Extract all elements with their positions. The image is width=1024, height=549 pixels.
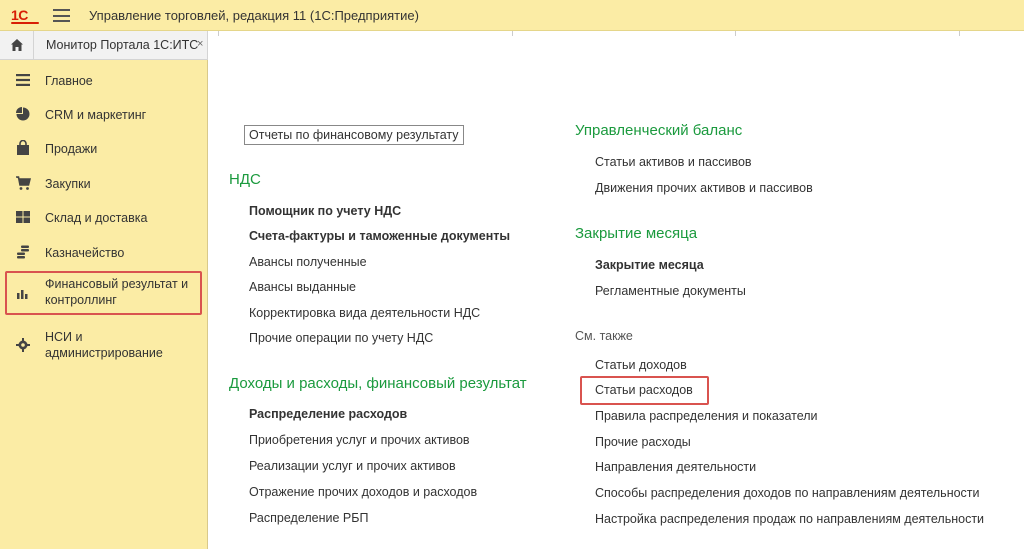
financial-result-reports-link[interactable]: Отчеты по финансовому результату [244,125,464,145]
other-income-expenses-link[interactable]: Отражение прочих доходов и расходов [249,485,477,499]
expense-distribution-link[interactable]: Распределение расходов [249,407,407,421]
service-acquisitions-link[interactable]: Приобретения услуг и прочих активов [249,433,470,447]
sidebar-item-purchases[interactable]: Закупки [0,166,207,200]
content-header [208,31,1024,60]
main-content: Отчеты по финансовому результату НДС Пом… [208,60,1024,549]
grid-icon [16,211,30,223]
home-button[interactable] [0,31,34,59]
main-menu-icon[interactable] [53,9,70,22]
other-expenses-link[interactable]: Прочие расходы [595,435,691,449]
sidebar-item-crm[interactable]: CRM и маркетинг [0,97,207,131]
sidebar-item-treasury[interactable]: Казначейство [0,235,207,269]
vat-assistant-link[interactable]: Помощник по учету НДС [249,204,401,218]
sidebar-item-label: Казначейство [45,246,125,260]
coins-icon [17,245,29,259]
see-also-title: См. также [575,329,633,343]
vat-activity-correction-link[interactable]: Корректировка вида деятельности НДС [249,306,480,320]
month-closing-section-title: Закрытие месяца [575,225,698,242]
sidebar-item-label: Закупки [45,177,91,191]
home-icon [11,39,23,51]
highlight-frame [580,376,709,405]
distribution-rules-link[interactable]: Правила распределения и показатели [595,409,818,423]
bag-icon [17,140,29,155]
invoices-customs-link[interactable]: Счета-фактуры и таможенные документы [249,229,510,243]
close-icon[interactable]: × [197,38,203,50]
income-items-link[interactable]: Статьи доходов [595,358,687,372]
advances-received-link[interactable]: Авансы полученные [249,255,367,269]
sidebar-item-label: Главное [45,74,93,88]
management-balance-section-title: Управленческий баланс [575,122,743,139]
sidebar-item-label-line2: администрирование [45,346,163,360]
divider [512,31,513,36]
logo-underline [11,22,39,24]
income-distribution-methods-link[interactable]: Способы распределения доходов по направл… [595,486,980,500]
list-icon [16,74,30,86]
service-sales-link[interactable]: Реализации услуг и прочих активов [249,459,456,473]
activity-directions-link[interactable]: Направления деятельности [595,460,756,474]
sidebar-item-label: Продажи [45,142,98,156]
sidebar-item-main[interactable]: Главное [0,63,207,97]
rbp-distribution-link[interactable]: Распределение РБП [249,511,368,525]
month-closing-link[interactable]: Закрытие месяца [595,258,704,272]
cart-icon [16,176,31,190]
advances-issued-link[interactable]: Авансы выданные [249,280,356,294]
divider [218,31,219,36]
title-bar: 1С Управление торговлей, редакция 11 (1С… [0,0,1024,31]
other-asset-movements-link[interactable]: Движения прочих активов и пассивов [595,181,813,195]
1c-logo[interactable]: 1С [11,7,28,23]
other-vat-operations-link[interactable]: Прочие операции по учету НДС [249,331,433,345]
income-expenses-section-title: Доходы и расходы, финансовый результат [229,375,527,392]
sidebar-item-label: НСИ и администрирование [45,329,163,361]
app-title: Управление торговлей, редакция 11 (1С:Пр… [89,8,419,23]
divider [959,31,960,36]
gear-icon [16,338,30,352]
sidebar-item-nsi-admin[interactable]: НСИ и администрирование [0,325,207,365]
sidebar-item-sales[interactable]: Продажи [0,131,207,165]
sidebar: Главное CRM и маркетинг Продажи Закупки … [0,60,208,549]
regulatory-documents-link[interactable]: Регламентные документы [595,284,746,298]
pie-chart-icon [16,107,30,121]
tab-strip: Монитор Портала 1С:ИТС × [0,31,1024,60]
divider [735,31,736,36]
sidebar-item-label: Склад и доставка [45,211,148,225]
tab-portal-monitor[interactable]: Монитор Портала 1С:ИТС × [34,31,208,59]
tab-label: Монитор Портала 1С:ИТС [46,38,199,52]
sidebar-item-label-line1: НСИ и [45,330,83,344]
highlight-frame [5,271,202,315]
vat-section-title: НДС [229,171,261,188]
sales-distribution-settings-link[interactable]: Настройка распределения продаж по направ… [595,512,984,526]
sidebar-item-label: CRM и маркетинг [45,108,147,122]
asset-liability-items-link[interactable]: Статьи активов и пассивов [595,155,752,169]
sidebar-item-warehouse[interactable]: Склад и доставка [0,200,207,234]
